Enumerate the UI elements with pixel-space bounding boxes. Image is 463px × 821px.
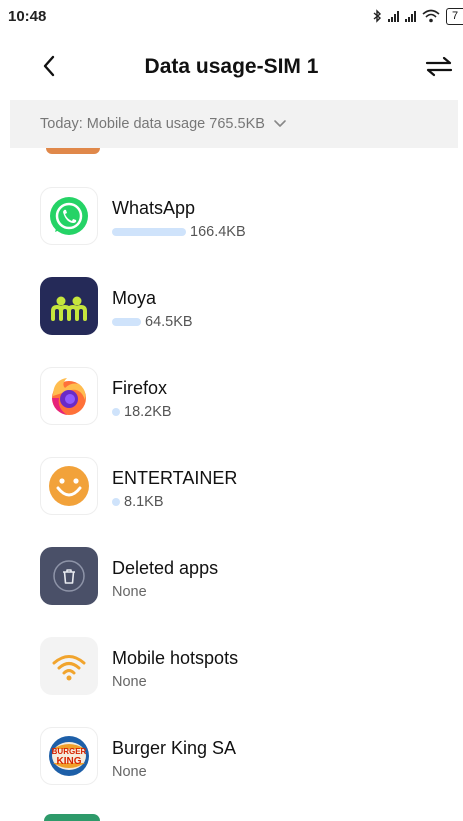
app-name: Moya — [112, 288, 157, 308]
usage-indicator: 8.1KB — [112, 494, 164, 510]
signal-strength-1-icon — [388, 10, 399, 22]
app-header: Data usage-SIM 1 — [0, 34, 463, 100]
usage-value: 8.1KB — [124, 494, 164, 510]
usage-bar — [112, 228, 186, 236]
chevron-down-icon — [274, 120, 286, 127]
list-item-burger-king[interactable]: BURGER KING Burger King SA None — [0, 724, 463, 794]
switch-sim-button[interactable] — [422, 52, 456, 80]
usage-value: 166.4KB — [190, 224, 246, 240]
usage-indicator: 166.4KB — [112, 224, 246, 240]
burger-king-logo-line1: BURGER — [52, 747, 87, 756]
status-bar: 10:48 7 — [0, 0, 463, 34]
usage-indicator: 18.2KB — [112, 404, 172, 420]
usage-value: 18.2KB — [124, 404, 172, 420]
partially-visible-app-icon — [46, 148, 100, 154]
app-name: Deleted apps — [112, 558, 219, 578]
burger-king-logo-icon: BURGER KING — [40, 727, 98, 785]
app-name: Burger King SA — [112, 738, 237, 758]
list-item-deleted-apps[interactable]: Deleted apps None — [0, 544, 463, 614]
usage-bar — [112, 408, 120, 416]
app-name: WhatsApp — [112, 198, 196, 218]
status-icons: 7 — [372, 6, 463, 26]
list-item-whatsapp[interactable]: WhatsApp 166.4KB — [0, 184, 463, 254]
battery-icon: 7 — [446, 7, 463, 25]
app-name: Firefox — [112, 378, 168, 398]
usage-indicator: 64.5KB — [112, 314, 193, 330]
page-title: Data usage-SIM 1 — [144, 55, 319, 78]
app-name: ENTERTAINER — [112, 468, 238, 488]
moya-icon — [40, 277, 98, 335]
usage-period-dropdown[interactable]: Today: Mobile data usage 765.5KB — [10, 100, 458, 148]
wifi-icon — [422, 9, 440, 23]
usage-value: None — [112, 584, 147, 600]
usage-value: None — [112, 764, 147, 780]
usage-bar — [112, 498, 120, 506]
trash-icon — [40, 547, 98, 605]
usage-period-label: Today: Mobile data usage 765.5KB — [40, 116, 265, 132]
usage-value: None — [112, 674, 147, 690]
list-item-firefox[interactable]: Firefox 18.2KB — [0, 364, 463, 434]
list-item-entertainer[interactable]: ENTERTAINER 8.1KB — [0, 454, 463, 524]
swap-arrows-icon — [425, 56, 453, 77]
list-item-mobile-hotspots[interactable]: Mobile hotspots None — [0, 634, 463, 704]
signal-strength-2-icon — [405, 10, 416, 22]
firefox-icon — [40, 367, 98, 425]
partially-visible-app-icon — [44, 814, 100, 821]
whatsapp-icon — [40, 187, 98, 245]
list-item-moya[interactable]: Moya 64.5KB — [0, 274, 463, 344]
app-name: Mobile hotspots — [112, 648, 239, 668]
status-time: 10:48 — [8, 8, 47, 25]
entertainer-icon — [40, 457, 98, 515]
battery-level: 7 — [451, 9, 459, 22]
hotspot-icon — [40, 637, 98, 695]
burger-king-logo-line2: KING — [57, 756, 82, 767]
usage-bar — [112, 318, 141, 326]
bluetooth-icon — [373, 9, 382, 23]
usage-value: 64.5KB — [145, 314, 193, 330]
